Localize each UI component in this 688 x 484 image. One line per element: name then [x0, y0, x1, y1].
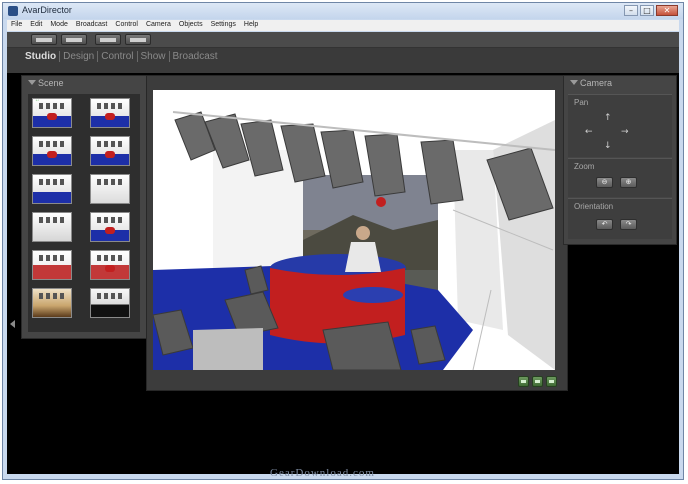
power-button[interactable]	[546, 376, 557, 387]
menu-edit[interactable]: Edit	[26, 20, 46, 31]
mode-bar: Studio Design Control Show Broadcast	[7, 48, 679, 73]
scene-thumbnail-grid: ♫	[28, 94, 140, 332]
workspace: Studio Design Control Show Broadcast Sce…	[7, 32, 679, 474]
scene-thumbnail[interactable]	[32, 288, 72, 318]
scene-panel-title: Scene	[38, 78, 64, 88]
power-icon	[549, 380, 554, 383]
pan-down-icon[interactable]: ↓	[604, 142, 612, 151]
tab-design[interactable]: Design	[59, 51, 97, 62]
scene-thumbnail[interactable]	[32, 250, 72, 280]
scene-thumbnail[interactable]	[32, 212, 72, 242]
scene-thumbnail[interactable]	[90, 250, 130, 280]
minimize-button[interactable]: –	[624, 5, 638, 16]
record-icon	[535, 380, 540, 383]
menu-help[interactable]: Help	[240, 20, 262, 31]
toolbar	[7, 32, 679, 48]
collapse-left-icon[interactable]	[10, 320, 15, 328]
pan-label: Pan	[574, 98, 589, 107]
menu-camera[interactable]: Camera	[142, 20, 175, 31]
pan-left-icon[interactable]: ←	[585, 128, 593, 137]
orientation-label: Orientation	[574, 202, 614, 211]
scene-panel-header[interactable]: Scene	[22, 76, 147, 90]
studio-3d-viewport[interactable]	[153, 90, 555, 370]
zoom-section: Zoom ⊖ ⊕	[568, 158, 672, 197]
studio-scene-render	[153, 90, 555, 370]
scene-thumbnail[interactable]	[32, 136, 72, 166]
resize-button[interactable]	[125, 34, 151, 45]
open-button[interactable]	[61, 34, 87, 45]
window-title: AvarDirector	[22, 5, 72, 15]
pan-up-icon[interactable]: ↑	[604, 114, 612, 123]
camera-panel: Camera Pan ↑ ← → ↓ Zoom ⊖ ⊕ Orientation …	[563, 75, 677, 245]
resize-icon	[130, 38, 146, 42]
scene-thumbnail[interactable]	[90, 288, 130, 318]
scene-panel: Scene ♫	[21, 75, 148, 339]
rotate-left-button[interactable]: ↶	[596, 219, 613, 230]
title-bar[interactable]: AvarDirector – □ ✕	[3, 3, 683, 19]
pan-right-icon[interactable]: →	[621, 128, 629, 137]
app-window: AvarDirector – □ ✕ File Edit Mode Broadc…	[2, 2, 684, 480]
scene-thumbnail[interactable]	[90, 136, 130, 166]
layout-button[interactable]	[31, 34, 57, 45]
watermark: GearDownload.com	[270, 467, 375, 479]
menu-bar: File Edit Mode Broadcast Control Camera …	[7, 20, 679, 31]
menu-broadcast[interactable]: Broadcast	[72, 20, 112, 31]
collapse-triangle-icon	[570, 80, 578, 85]
layout-icon	[36, 38, 52, 42]
camera-panel-title: Camera	[580, 78, 613, 88]
zoom-in-button[interactable]: ⊕	[620, 177, 637, 188]
close-button[interactable]: ✕	[656, 5, 678, 16]
menu-file[interactable]: File	[7, 20, 26, 31]
scene-thumbnail[interactable]	[32, 174, 72, 204]
tab-control[interactable]: Control	[97, 51, 136, 62]
orientation-section: Orientation ↶ ↷	[568, 198, 672, 239]
sound-button[interactable]	[518, 376, 529, 387]
save-button[interactable]	[95, 34, 121, 45]
viewport-panel	[146, 75, 568, 391]
collapse-triangle-icon	[28, 80, 36, 85]
menu-settings[interactable]: Settings	[207, 20, 240, 31]
tab-broadcast[interactable]: Broadcast	[168, 51, 221, 62]
menu-mode[interactable]: Mode	[46, 20, 72, 31]
camera-panel-header[interactable]: Camera	[564, 76, 676, 90]
scene-thumbnail[interactable]	[90, 98, 130, 128]
menu-control[interactable]: Control	[111, 20, 142, 31]
tab-show[interactable]: Show	[136, 51, 169, 62]
pan-section: Pan ↑ ← → ↓	[568, 94, 672, 157]
tab-studio[interactable]: Studio	[22, 51, 59, 62]
zoom-label: Zoom	[574, 162, 595, 171]
app-icon	[8, 6, 18, 16]
menu-objects[interactable]: Objects	[175, 20, 207, 31]
zoom-out-button[interactable]: ⊖	[596, 177, 613, 188]
scene-thumbnail[interactable]	[90, 174, 130, 204]
scene-thumbnail[interactable]	[90, 212, 130, 242]
speaker-icon	[521, 380, 526, 383]
maximize-button[interactable]: □	[640, 5, 654, 16]
folder-icon	[66, 38, 82, 42]
save-icon	[100, 38, 116, 42]
scene-thumbnail[interactable]: ♫	[32, 98, 72, 128]
record-button[interactable]	[532, 376, 543, 387]
rotate-right-button[interactable]: ↷	[620, 219, 637, 230]
